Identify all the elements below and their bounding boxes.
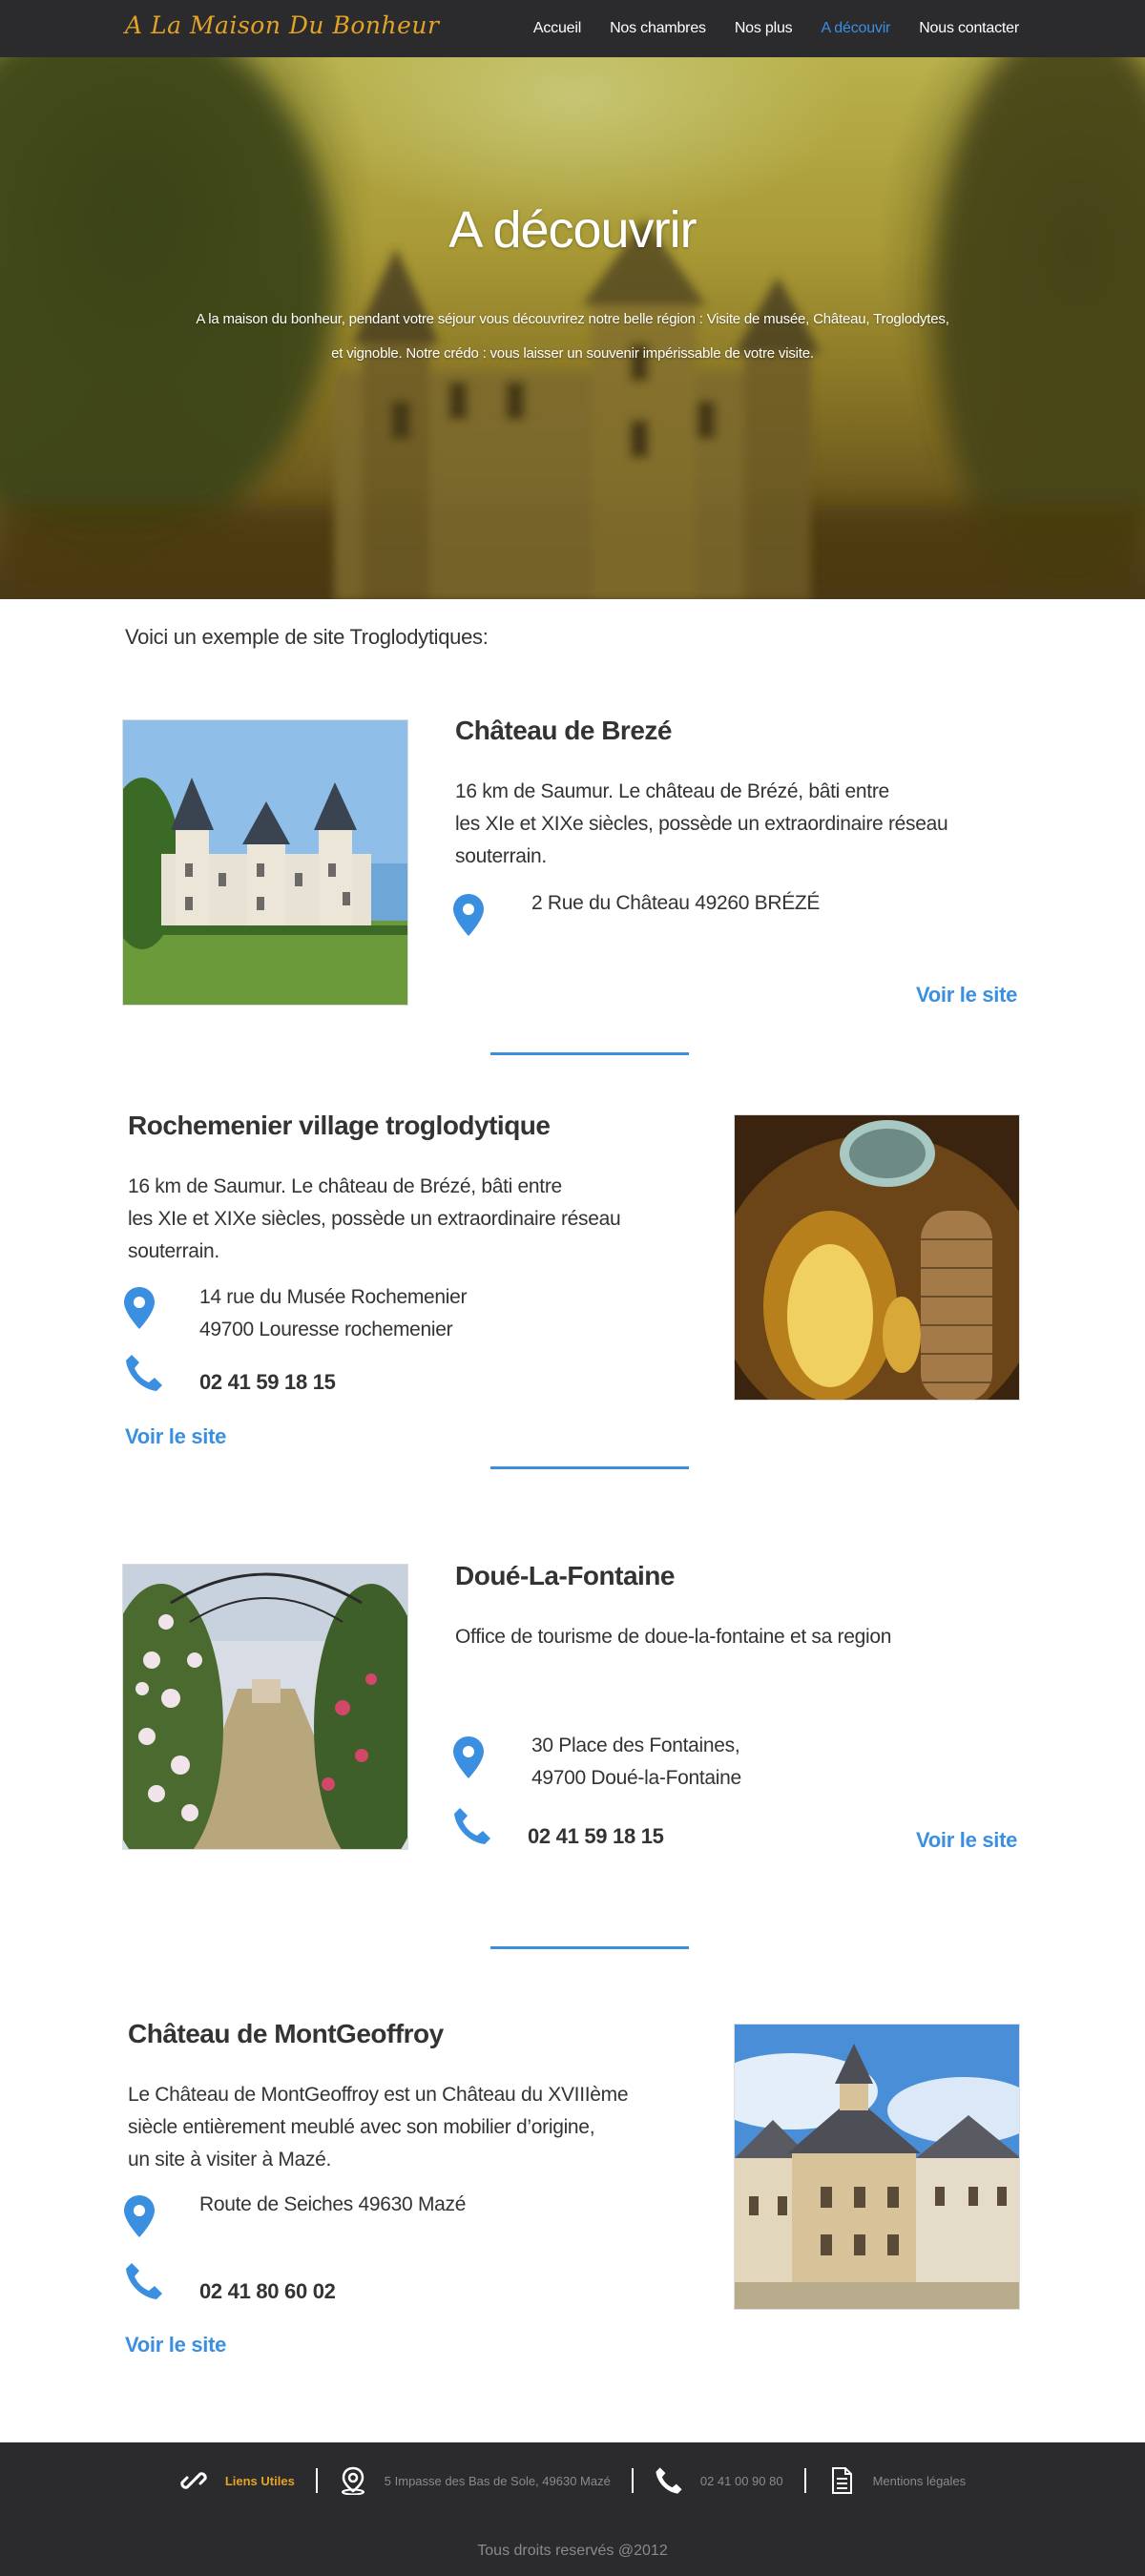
- section-divider: [490, 1946, 689, 1949]
- section-title-breze: Château de Brezé: [455, 716, 672, 745]
- phone-icon: [126, 1355, 162, 1391]
- desc-line: les XIe et XIXe siècles, possède un extr…: [455, 813, 948, 835]
- desc-line: souterrain.: [128, 1240, 219, 1262]
- intro-text: Voici un exemple de site Troglodytiques:: [125, 625, 489, 649]
- footer-legal[interactable]: Mentions légales: [827, 2466, 967, 2495]
- copyright: Tous droits reservés @2012: [477, 2543, 668, 2559]
- nav-menu: Accueil Nos chambres Nos plus A découvir…: [505, 0, 1019, 57]
- section-title-rochemenier: Rochemenier village troglodytique: [128, 1111, 551, 1140]
- address-line: 49700 Doué-la-Fontaine: [531, 1767, 741, 1789]
- section-desc-doue: Office de tourisme de doue-la-fontaine e…: [455, 1621, 891, 1653]
- voir-le-site-link-rochemenier[interactable]: Voir le site: [125, 1424, 226, 1449]
- phone-icon: [454, 1808, 490, 1844]
- nav-item-contact[interactable]: Nous contacter: [919, 20, 1019, 37]
- desc-line: Le Château de MontGeoffroy est un Châtea…: [128, 2084, 629, 2106]
- address-breze: 2 Rue du Château 49260 BRÉZÉ: [531, 892, 821, 914]
- map-pin-icon: [124, 1287, 155, 1329]
- map-pin-icon: [453, 894, 484, 936]
- desc-line: 16 km de Saumur. Le château de Brézé, bâ…: [128, 1175, 562, 1197]
- footer-links-row: Liens Utiles 5 Impasse des Bas de Sole, …: [0, 2442, 1145, 2519]
- section-title-montgeoffroy: Château de MontGeoffroy: [128, 2019, 444, 2048]
- footer-useful-links[interactable]: Liens Utiles: [179, 2466, 295, 2495]
- desc-line: 16 km de Saumur. Le château de Brézé, bâ…: [455, 780, 889, 802]
- rochemenier-cave-photo: [734, 1114, 1020, 1401]
- desc-line: souterrain.: [455, 845, 547, 867]
- nav-item-accueil[interactable]: Accueil: [533, 20, 581, 37]
- phone-number-doue: 02 41 59 18 15: [528, 1824, 664, 1848]
- footer-separator: [631, 2468, 634, 2493]
- footer-links-label: Liens Utiles: [224, 2473, 295, 2488]
- location-icon: [341, 2466, 364, 2495]
- chateau-breze-photo: [122, 719, 408, 1006]
- desc-line: Office de tourisme de doue-la-fontaine e…: [455, 1626, 892, 1648]
- section-divider: [490, 1466, 689, 1469]
- section-divider: [490, 1052, 689, 1055]
- footer-address-text: 5 Impasse des Bas de Sole, 49630 Mazé: [384, 2473, 611, 2488]
- footer-address: 5 Impasse des Bas de Sole, 49630 Mazé: [339, 2466, 611, 2495]
- hero-banner: A découvrir A la maison du bonheur, pend…: [0, 57, 1145, 599]
- footer-legal-text: Mentions légales: [872, 2473, 967, 2488]
- address-doue: 30 Place des Fontaines, 49700 Doué-la-Fo…: [531, 1730, 741, 1795]
- chateau-montgeoffroy-photo: [734, 2024, 1020, 2310]
- section-title-doue: Doué-La-Fontaine: [455, 1561, 676, 1590]
- nav-item-nos-plus[interactable]: Nos plus: [735, 20, 793, 37]
- address-line: 49700 Louresse rochemenier: [199, 1319, 453, 1340]
- section-desc-rochemenier: 16 km de Saumur. Le château de Brézé, bâ…: [128, 1171, 621, 1268]
- address-rochemenier: 14 rue du Musée Rochemenier 49700 Loures…: [199, 1281, 468, 1346]
- desc-line: siècle entièrement meublé avec son mobil…: [128, 2116, 595, 2138]
- nav-item-a-decouvrir[interactable]: A découvir: [821, 20, 890, 37]
- address-line: 30 Place des Fontaines,: [531, 1735, 740, 1756]
- page-title: A découvrir: [448, 201, 697, 259]
- site-logo[interactable]: A La Maison Du Bonheur: [125, 11, 439, 39]
- section-desc-breze: 16 km de Saumur. Le château de Brézé, bâ…: [455, 776, 948, 873]
- phone-number-montgeoffroy: 02 41 80 60 02: [199, 2279, 336, 2303]
- footer-separator: [315, 2468, 318, 2493]
- desc-line: un site à visiter à Mazé.: [128, 2149, 332, 2171]
- link-chain-icon: [180, 2472, 207, 2489]
- voir-le-site-link-breze[interactable]: Voir le site: [916, 983, 1017, 1008]
- voir-le-site-link-montgeoffroy[interactable]: Voir le site: [125, 2333, 226, 2358]
- footer-phone: 02 41 00 90 80: [655, 2466, 783, 2495]
- desc-line: les XIe et XIXe siècles, possède un extr…: [128, 1208, 621, 1230]
- phone-number-rochemenier: 02 41 59 18 15: [199, 1370, 336, 1394]
- voir-le-site-link-doue[interactable]: Voir le site: [916, 1828, 1017, 1853]
- address-line: 14 rue du Musée Rochemenier: [199, 1286, 468, 1308]
- document-icon: [831, 2467, 852, 2494]
- doue-la-fontaine-photo: [122, 1564, 408, 1850]
- section-desc-montgeoffroy: Le Château de MontGeoffroy est un Châtea…: [128, 2079, 629, 2176]
- footer-separator: [803, 2468, 806, 2493]
- phone-icon: [656, 2467, 682, 2494]
- hero-description: A la maison du bonheur, pendant votre sé…: [196, 311, 949, 362]
- address-montgeoffroy: Route de Seiches 49630 Mazé: [199, 2193, 467, 2215]
- phone-icon: [126, 2263, 162, 2299]
- top-navbar: A La Maison Du Bonheur Accueil Nos chamb…: [0, 0, 1145, 57]
- nav-item-chambres[interactable]: Nos chambres: [610, 20, 706, 37]
- map-pin-icon: [124, 2195, 155, 2237]
- footer-phone-text: 02 41 00 90 80: [699, 2473, 783, 2488]
- map-pin-icon: [453, 1736, 484, 1778]
- footer: Liens Utiles 5 Impasse des Bas de Sole, …: [0, 2442, 1145, 2576]
